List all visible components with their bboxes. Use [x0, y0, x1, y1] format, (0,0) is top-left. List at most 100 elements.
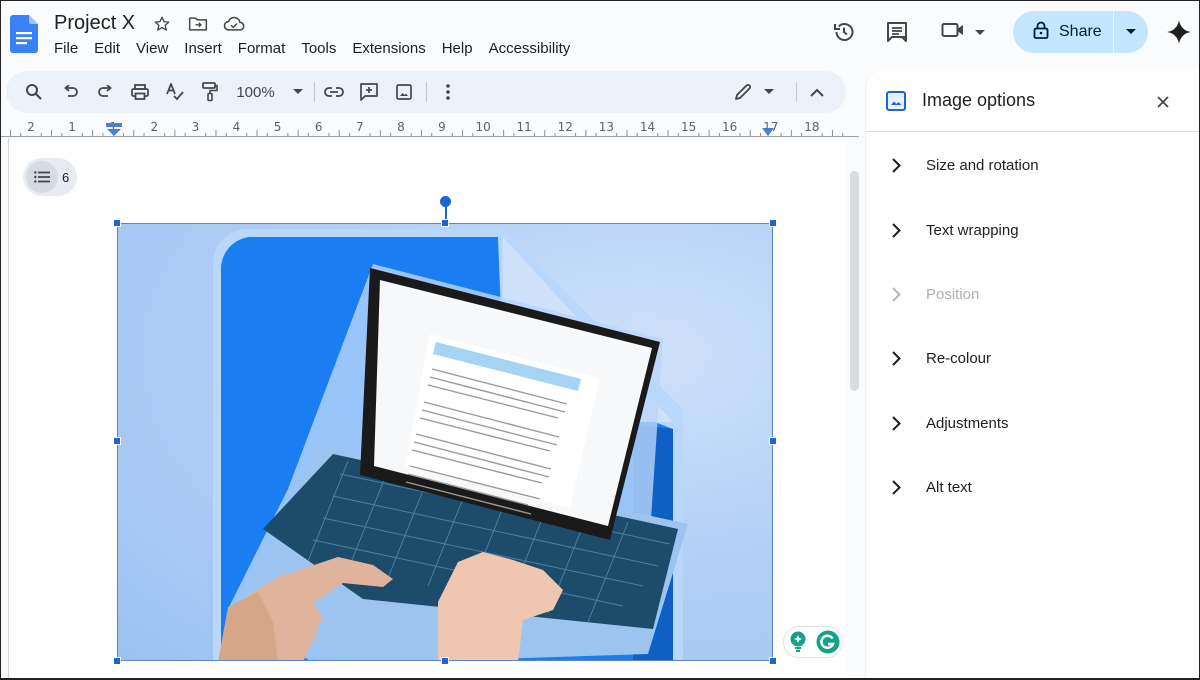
- ruler-label: 7: [355, 120, 364, 134]
- redo-icon: [98, 85, 112, 97]
- editing-mode-button[interactable]: [719, 76, 789, 108]
- section-size-and-rotation[interactable]: Size and rotation: [866, 141, 1199, 189]
- grammarly-suggestions-button[interactable]: [786, 630, 810, 654]
- menu-insert[interactable]: Insert: [184, 40, 230, 57]
- hide-menus-button[interactable]: [803, 71, 831, 113]
- zoom-select[interactable]: 100%: [232, 71, 307, 113]
- left-indent-marker[interactable]: [106, 123, 122, 136]
- menu-help[interactable]: Help: [442, 40, 481, 57]
- paint-format-button[interactable]: [196, 71, 224, 113]
- menu-tools[interactable]: Tools: [301, 40, 344, 57]
- resize-handle-right[interactable]: [769, 437, 777, 445]
- ruler-label: 5: [273, 120, 282, 134]
- chevron-down-icon: [292, 89, 303, 94]
- close-icon: [1157, 96, 1169, 108]
- star-icon[interactable]: [151, 13, 173, 35]
- resize-handle-top-right[interactable]: [769, 219, 777, 227]
- print-button[interactable]: [126, 71, 154, 113]
- search-menus-button[interactable]: [20, 71, 48, 113]
- menu-file[interactable]: File: [54, 40, 86, 57]
- share-button-group: Share: [1013, 11, 1148, 53]
- ruler-label: 2: [150, 120, 159, 134]
- redo-button[interactable]: [91, 71, 119, 113]
- resize-handle-bottom[interactable]: [441, 657, 449, 665]
- lock-icon: [1033, 21, 1049, 44]
- chevron-down-icon: [764, 89, 774, 94]
- section-label: Alt text: [926, 478, 972, 496]
- menu-extensions[interactable]: Extensions: [352, 40, 433, 57]
- more-options-button[interactable]: [434, 71, 462, 113]
- menu-format[interactable]: Format: [238, 40, 294, 57]
- section-re-colour[interactable]: Re-colour: [866, 334, 1199, 382]
- chevron-up-icon: [810, 88, 824, 97]
- ruler-label: 13: [598, 120, 615, 134]
- right-indent-marker[interactable]: [762, 128, 774, 136]
- meet-button[interactable]: [941, 12, 985, 52]
- menu-view[interactable]: View: [136, 40, 176, 57]
- resize-handle-top[interactable]: [441, 219, 449, 227]
- toolbar-divider: [796, 82, 797, 102]
- document-outline-button[interactable]: 6: [23, 158, 77, 196]
- ruler-label: 14: [639, 120, 656, 134]
- spellcheck-button[interactable]: [161, 71, 189, 113]
- outline-count: 6: [62, 169, 70, 185]
- gemini-sparkle-icon[interactable]: [1159, 12, 1199, 52]
- chevron-right-icon: [888, 157, 904, 173]
- add-comment-button[interactable]: [355, 71, 383, 113]
- resize-handle-top-left[interactable]: [113, 219, 121, 227]
- ruler-label: 15: [680, 120, 697, 134]
- panel-header: Image options: [866, 71, 1199, 132]
- panel-title: Image options: [922, 90, 1036, 110]
- cloud-saved-icon[interactable]: [223, 13, 245, 35]
- menu-edit[interactable]: Edit: [94, 40, 128, 57]
- vertical-scrollbar[interactable]: [850, 171, 859, 391]
- vertical-ruler[interactable]: [1, 138, 9, 678]
- undo-button[interactable]: [57, 71, 85, 113]
- ruler-label: 8: [397, 120, 405, 134]
- document-title[interactable]: Project X: [54, 12, 135, 35]
- zoom-value: 100%: [236, 83, 275, 101]
- section-adjustments[interactable]: Adjustments: [866, 399, 1199, 447]
- section-label: Adjustments: [926, 414, 1009, 432]
- video-camera-icon: [941, 20, 967, 45]
- section-label: Position: [926, 285, 980, 303]
- resize-handle-bottom-left[interactable]: [113, 657, 121, 665]
- pencil-icon: [735, 84, 751, 100]
- section-position: Position: [866, 270, 1199, 318]
- section-label: Text wrapping: [926, 221, 1019, 239]
- ruler-label: 6: [314, 120, 323, 134]
- comments-icon[interactable]: [877, 12, 917, 52]
- image-icon: [396, 84, 412, 100]
- menu-accessibility[interactable]: Accessibility: [489, 40, 579, 57]
- docs-logo-icon[interactable]: [10, 15, 38, 53]
- more-vert-icon: [446, 84, 450, 100]
- laptop-illustration: [212, 229, 688, 660]
- section-text-wrapping[interactable]: Text wrapping: [866, 206, 1199, 254]
- undo-icon: [64, 85, 78, 97]
- toolbar-divider: [314, 82, 315, 102]
- insert-link-button[interactable]: [320, 71, 348, 113]
- ruler-baseline: [1, 136, 859, 137]
- lightbulb-icon: [790, 631, 806, 652]
- horizontal-ruler[interactable]: 21123456789101112131415161718: [1, 116, 859, 138]
- version-history-icon[interactable]: [824, 12, 864, 52]
- ruler-label: 3: [191, 120, 200, 134]
- chevron-right-icon: [888, 415, 904, 431]
- section-alt-text[interactable]: Alt text: [866, 463, 1199, 511]
- rotate-handle[interactable]: [440, 196, 451, 207]
- toolbar-divider: [426, 82, 427, 102]
- share-dropdown-button[interactable]: [1114, 11, 1148, 53]
- move-folder-icon[interactable]: [187, 13, 209, 35]
- share-button[interactable]: Share: [1013, 11, 1113, 53]
- chevron-down-icon: [975, 23, 985, 41]
- insert-image-button[interactable]: [390, 71, 418, 113]
- selected-image[interactable]: [117, 223, 773, 661]
- resize-handle-bottom-right[interactable]: [769, 657, 777, 665]
- paint-roller-icon: [202, 82, 218, 102]
- print-icon: [131, 84, 149, 100]
- close-panel-button[interactable]: [1150, 89, 1176, 115]
- link-icon: [324, 87, 344, 97]
- resize-handle-left[interactable]: [113, 437, 121, 445]
- toolbar: 100%: [6, 71, 846, 113]
- grammarly-button[interactable]: [816, 630, 840, 654]
